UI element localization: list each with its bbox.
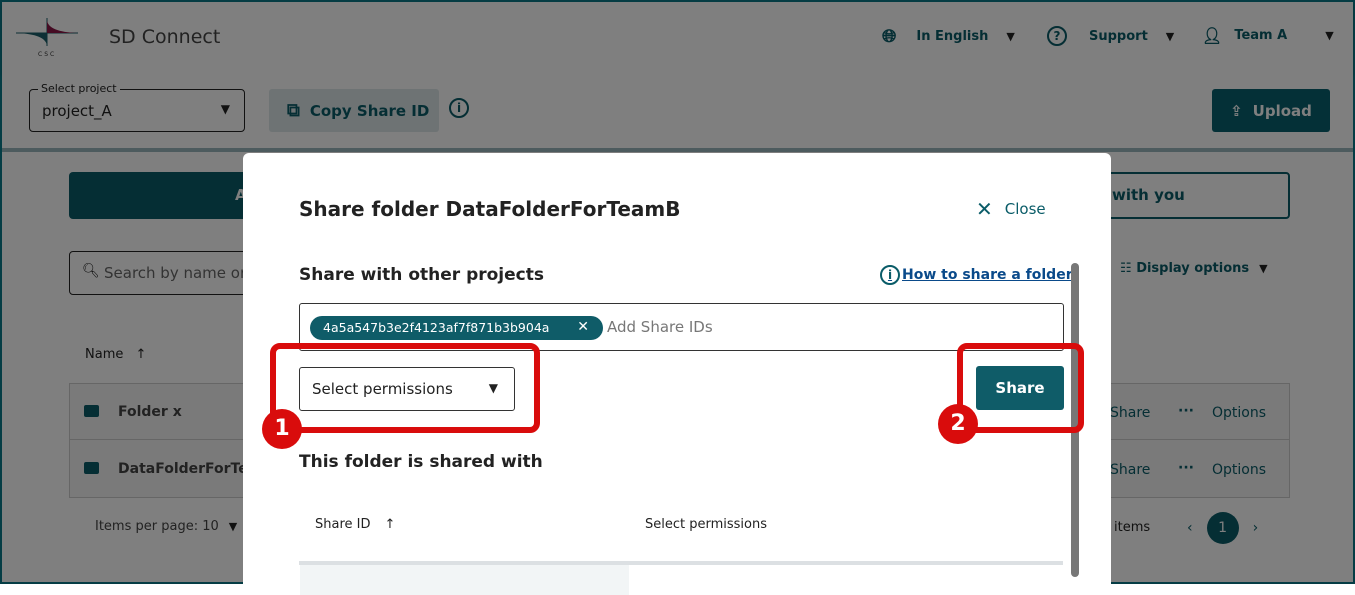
close-icon: ✕	[976, 197, 993, 221]
shared-with-heading: This folder is shared with	[299, 452, 543, 472]
share-id-header-label: Share ID	[315, 517, 371, 532]
info-icon: i	[880, 265, 900, 285]
how-to-share-link[interactable]: i How to share a folder	[880, 265, 1073, 285]
share-id-chip: 4a5a547b3e2f4123af7f871b3b904a ✕	[310, 316, 603, 340]
chip-label: 4a5a547b3e2f4123af7f871b3b904a	[323, 320, 550, 335]
share-id-column-header[interactable]: Share ID ↑	[315, 517, 395, 532]
share-with-heading: Share with other projects	[299, 265, 544, 285]
remove-chip-icon[interactable]: ✕	[577, 319, 589, 335]
close-label: Close	[1004, 200, 1046, 218]
dialog-title: Share folder DataFolderForTeamB	[299, 197, 681, 221]
sort-arrow-icon: ↑	[384, 517, 396, 532]
add-share-ids-placeholder: Add Share IDs	[607, 318, 713, 336]
share-folder-dialog: Share folder DataFolderForTeamB ✕ Close S…	[243, 153, 1111, 595]
close-button[interactable]: ✕ Close	[976, 197, 1046, 221]
permissions-column-header: Select permissions	[645, 517, 768, 532]
annotation-highlight-1	[270, 343, 540, 433]
table-cell	[300, 565, 629, 595]
how-to-label: How to share a folder	[902, 267, 1073, 283]
annotation-badge-2: 2	[938, 404, 978, 444]
annotation-badge-1: 1	[262, 409, 302, 449]
